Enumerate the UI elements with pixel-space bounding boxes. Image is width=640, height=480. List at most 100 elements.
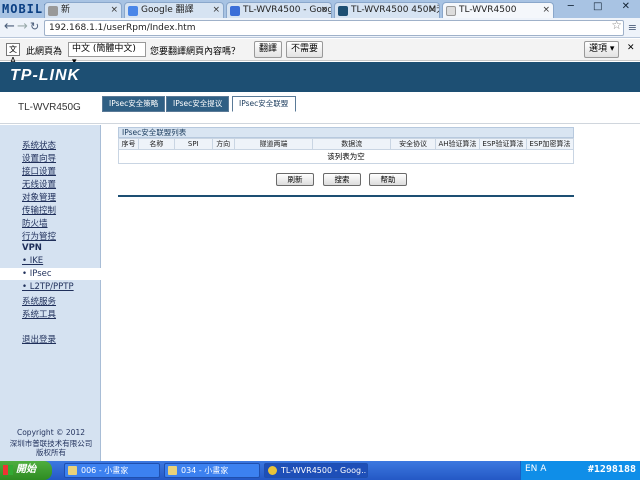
column-header: 方向 [211, 138, 235, 150]
language-select[interactable]: 中文 (簡體中文) ▾ [68, 42, 146, 67]
tab-ipsec-sa[interactable]: IPsec安全联盟 [232, 96, 296, 112]
translate-icon: 文A [6, 43, 20, 65]
browser-tab-active[interactable]: TL-WVR4500 × [442, 2, 554, 18]
sidebar-item-services[interactable]: 系统服务 [22, 295, 56, 307]
tab-label: TL-WVR4500 450M无... [351, 5, 439, 15]
sidebar-item-ike[interactable]: • IKE [22, 256, 43, 266]
main-content: IPsec安全联盟列表 序号 名称 SPI 方向 隧道两端 数据流 安全协议 A… [102, 125, 640, 461]
close-icon[interactable]: × [212, 3, 220, 18]
sidebar-item-wireless[interactable]: 无线设置 [22, 178, 56, 190]
back-arrow-icon[interactable]: ← [4, 19, 15, 34]
table-header-row: 序号 名称 SPI 方向 隧道两端 数据流 安全协议 AH验证算法 ESP验证算… [118, 138, 575, 150]
reload-icon[interactable]: ↻ [30, 20, 39, 33]
url-text: 192.168.1.1/userRpm/Index.htm [49, 23, 196, 33]
tab-label: TL-WVR4500 [459, 5, 517, 15]
paint-icon [68, 466, 77, 475]
sidebar-item-interface[interactable]: 接口设置 [22, 165, 56, 177]
divider [118, 195, 574, 197]
sidebar-item-logout[interactable]: 退出登录 [22, 333, 56, 345]
task-label: 034 - 小畫家 [181, 466, 229, 475]
search-button[interactable]: 搜索 [323, 173, 361, 186]
sidebar-item-firewall[interactable]: 防火墙 [22, 217, 48, 229]
translate-prefix: 此網頁為 [26, 47, 63, 57]
model-name: TL-WVR450G [18, 102, 81, 113]
copyright-rights: 版权所有 [36, 448, 66, 457]
sa-list-panel: IPsec安全联盟列表 序号 名称 SPI 方向 隧道两端 数据流 安全协议 A… [118, 127, 575, 164]
sidebar-item-objects[interactable]: 对象管理 [22, 191, 56, 203]
taskbar-item-chrome[interactable]: TL-WVR4500 - Goog... [264, 463, 368, 478]
wrench-menu-icon[interactable]: ≡ [628, 21, 637, 34]
translate-bar: 文A 此網頁為 中文 (簡體中文) ▾ 您要翻譯網頁內容嗎？ 翻譯 不需要 選項… [0, 39, 640, 67]
browser-tab-1[interactable]: 新 × [44, 2, 122, 18]
google-icon [230, 6, 240, 16]
tab-ipsec-proposal[interactable]: IPsec安全提议 [166, 96, 230, 112]
column-header: AH验证算法 [435, 138, 480, 150]
google-translate-icon [128, 6, 138, 16]
sidebar-item-tools[interactable]: 系统工具 [22, 308, 56, 320]
empty-message: 该列表为空 [118, 149, 574, 164]
taskbar-item-paint-2[interactable]: 034 - 小畫家 [164, 463, 260, 478]
page-icon [48, 6, 58, 16]
browser-toolbar: ← → ↻ 192.168.1.1/userRpm/Index.htm ☆ ≡ [0, 18, 640, 38]
taskbar-item-paint-1[interactable]: 006 - 小畫家 [64, 463, 160, 478]
address-bar[interactable]: 192.168.1.1/userRpm/Index.htm [44, 20, 624, 36]
forward-arrow-icon[interactable]: → [17, 19, 28, 34]
sidebar-item-transfer[interactable]: 传输控制 [22, 204, 56, 216]
decline-button[interactable]: 不需要 [286, 41, 324, 58]
sidebar-item-behavior[interactable]: 行为管控 [22, 230, 56, 242]
watermark-id: #1298188 [587, 464, 636, 475]
page-icon [446, 6, 456, 16]
column-header: 数据流 [312, 138, 392, 150]
column-header: SPI [173, 138, 213, 150]
close-icon[interactable]: × [110, 3, 118, 18]
browser-tab-strip: MOBILE01 新 × Google 翻譯 × TL-WVR4500 - Go… [0, 0, 640, 18]
column-header: 名称 [137, 138, 175, 150]
browser-tab-2[interactable]: Google 翻譯 × [124, 2, 224, 18]
browser-tab-3[interactable]: TL-WVR4500 - Googl... × [226, 2, 332, 18]
chrome-icon [268, 466, 277, 475]
translate-button[interactable]: 翻譯 [254, 41, 283, 58]
column-header: ESP加密算法 [525, 138, 575, 150]
close-icon[interactable]: × [320, 3, 328, 18]
start-button[interactable]: 開始 [0, 461, 52, 480]
close-icon[interactable]: ✕ [627, 43, 635, 53]
translate-question: 您要翻譯網頁內容嗎？ [150, 47, 241, 57]
sidebar-item-ipsec[interactable]: • IPsec [22, 269, 52, 279]
windows-logo-icon [3, 465, 13, 475]
bookmark-star-icon[interactable]: ☆ [611, 18, 622, 32]
router-subheader: TL-WVR450G IPsec安全策略 IPsec安全提议 IPsec安全联盟 [0, 92, 640, 124]
window-controls[interactable]: ─ □ ✕ [568, 1, 638, 12]
table-row: 该列表为空 [118, 149, 574, 164]
column-header: 隧道两端 [233, 138, 314, 150]
sidebar-item-wizard[interactable]: 设置向导 [22, 152, 56, 164]
close-icon[interactable]: × [428, 3, 436, 18]
close-icon[interactable]: × [542, 3, 550, 18]
tab-ipsec-policy[interactable]: IPsec安全策略 [102, 96, 166, 112]
tp-link-logo: TP-LINK [10, 67, 81, 84]
options-button[interactable]: 選項 ▾ [584, 41, 620, 58]
taskbar: 開始 006 - 小畫家 034 - 小畫家 TL-WVR4500 - Goog… [0, 461, 640, 480]
sa-table: 序号 名称 SPI 方向 隧道两端 数据流 安全协议 AH验证算法 ESP验证算… [118, 138, 575, 164]
sidebar: 系统状态 设置向导 接口设置 无线设置 对象管理 传输控制 防火墙 行为管控 V… [0, 125, 101, 461]
router-header: TP-LINK [0, 62, 640, 92]
column-header: 安全协议 [390, 138, 437, 150]
task-label: TL-WVR4500 - Goog... [281, 466, 368, 475]
tab-label: 新 [61, 5, 71, 15]
browser-tab-4[interactable]: TL-WVR4500 450M无... × [334, 2, 440, 18]
language-indicator[interactable]: EN A [525, 464, 546, 474]
tp-link-icon [338, 6, 348, 16]
copyright-line: Copyright © 2012 [16, 428, 85, 437]
system-tray: EN A #1298188 [520, 461, 640, 480]
task-label: 006 - 小畫家 [81, 466, 129, 475]
sidebar-item-vpn[interactable]: VPN [22, 243, 42, 253]
start-label: 開始 [16, 464, 36, 475]
tab-label: TL-WVR4500 - Googl... [243, 5, 332, 15]
column-header: 序号 [118, 138, 139, 150]
help-button[interactable]: 帮助 [369, 173, 407, 186]
tab-label: Google 翻譯 [141, 5, 194, 15]
paint-icon [168, 466, 177, 475]
sidebar-item-l2tp-pptp[interactable]: • L2TP/PPTP [22, 282, 74, 292]
column-header: ESP验证算法 [478, 138, 527, 150]
refresh-button[interactable]: 刷新 [276, 173, 314, 186]
sidebar-item-status[interactable]: 系统状态 [22, 139, 56, 151]
